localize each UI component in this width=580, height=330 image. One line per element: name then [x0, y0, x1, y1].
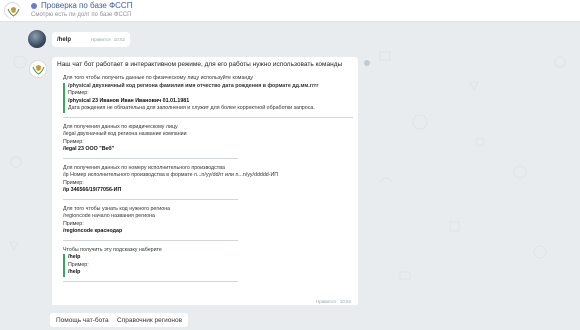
example-command[interactable]: /regioncode краснодар	[63, 228, 238, 236]
fssp-emblem-icon	[31, 62, 46, 77]
block-line: Для получения данных по номеру исполните…	[63, 164, 225, 171]
example-label: Пример:	[63, 220, 84, 227]
example-command[interactable]: /ip 346566/19/77056-ИП	[63, 187, 238, 195]
example-label: Пример:	[63, 179, 84, 186]
example-command[interactable]: /legal 23 ООО "Веб"	[63, 146, 238, 154]
example-command[interactable]: /physical 23 Иванов Иван Иванович 01.01.…	[68, 98, 353, 106]
help-block-regioncode: Для того чтобы узнать код нужного регион…	[63, 206, 238, 241]
block-note: Дата рождения не обязательна для заполне…	[68, 105, 315, 111]
bot-message-status: Нравится	[315, 299, 336, 304]
help-block-physical: Для того чтобы получить данные по физиче…	[63, 75, 353, 118]
example-label: Пример:	[68, 90, 89, 96]
help-block-legal: Для получения данных по юридическому лиц…	[63, 124, 238, 159]
example-command[interactable]: /help	[68, 269, 238, 277]
block-line: Для получения данных по юридическому лиц…	[63, 123, 178, 130]
block-line: Для того чтобы получить данные по физиче…	[63, 75, 254, 81]
regions-directory-button[interactable]: Справочник регионов	[111, 313, 189, 327]
command-description: /regioncode начало названия региона	[63, 213, 155, 219]
command-description: /legal двухначный код региона название к…	[63, 131, 187, 137]
chat-header: Проверка по базе ФССП Смотрю есть ли дол…	[0, 0, 580, 22]
command-description: /physical двухначный код региона фамилия…	[68, 82, 319, 89]
help-bot-button[interactable]: Помощь чат-бота	[50, 313, 115, 327]
fssp-emblem-icon	[6, 4, 21, 19]
user-message-text: /help	[57, 36, 72, 43]
command-description: /ip Номер исполнительного производства в…	[63, 172, 279, 178]
bot-message-intro: Наш чат бот работает в интерактивном реж…	[57, 61, 343, 68]
user-message-time: 10:52	[113, 37, 125, 42]
command-description[interactable]: /help	[68, 254, 238, 262]
bot-message-bubble: Наш чат бот работает в интерактивном реж…	[52, 57, 370, 307]
bot-avatar[interactable]	[4, 2, 21, 19]
user-message-bubble: /help Нравится 10:52	[52, 32, 130, 47]
block-line: Для того чтобы узнать код нужного регион…	[63, 205, 171, 212]
message-menu-icon[interactable]	[364, 60, 370, 66]
bot-keyboard: Помощь чат-бота Справочник регионов	[0, 305, 580, 330]
help-block-ip: Для получения данных по номеру исполните…	[63, 164, 279, 200]
help-block-help: Чтобы получить эту подсказку наберите /h…	[63, 247, 238, 282]
bot-message-time: 10:52	[339, 299, 351, 304]
chat-title[interactable]: Проверка по базе ФССП	[41, 1, 132, 10]
chat-subtitle: Смотрю есть ли долг по базе ФССП	[31, 12, 132, 18]
example-label: Пример:	[68, 261, 89, 268]
block-line: Чтобы получить эту подсказку наберите	[63, 246, 162, 253]
user-avatar[interactable]	[28, 30, 46, 48]
example-label: Пример:	[63, 138, 84, 145]
verified-badge-icon	[31, 2, 37, 9]
user-message-status: Нравится	[90, 37, 111, 42]
bot-message-avatar[interactable]	[29, 60, 47, 78]
